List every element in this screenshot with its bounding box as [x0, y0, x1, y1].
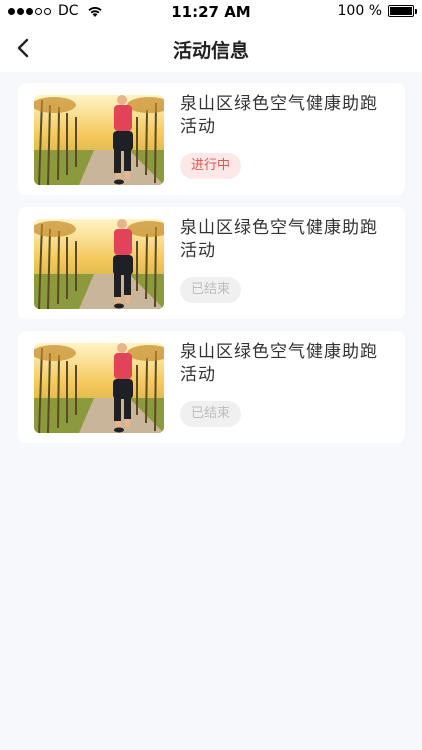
- status-badge: 已结束: [180, 401, 242, 427]
- activity-card[interactable]: 泉山区绿色空气健康助跑活动 已结束: [18, 331, 405, 443]
- status-badge: 进行中: [180, 153, 242, 179]
- nav-bar: 活动信息: [0, 24, 422, 72]
- activity-thumbnail: [34, 343, 164, 433]
- activity-thumbnail: [34, 95, 164, 185]
- battery-icon: [388, 5, 417, 17]
- battery-percent: 100 %: [337, 3, 382, 19]
- activity-title: 泉山区绿色空气健康助跑活动: [180, 218, 378, 261]
- activity-list: 泉山区绿色空气健康助跑活动 进行中 泉山区绿色空气健康助跑活动 已结束 泉山区绿…: [18, 83, 405, 455]
- activity-thumbnail: [34, 219, 164, 309]
- activity-title: 泉山区绿色空气健康助跑活动: [180, 94, 378, 137]
- runner-photo-icon: [34, 95, 164, 185]
- runner-photo-icon: [34, 219, 164, 309]
- status-bar: DC 11:27 AM 100 %: [0, 0, 422, 24]
- status-badge: 已结束: [180, 277, 242, 303]
- runner-photo-icon: [34, 343, 164, 433]
- activity-title: 泉山区绿色空气健康助跑活动: [180, 342, 378, 385]
- status-right: 100 %: [337, 3, 417, 19]
- activity-card[interactable]: 泉山区绿色空气健康助跑活动 已结束: [18, 207, 405, 319]
- activity-card[interactable]: 泉山区绿色空气健康助跑活动 进行中: [18, 83, 405, 195]
- page-title: 活动信息: [172, 40, 249, 62]
